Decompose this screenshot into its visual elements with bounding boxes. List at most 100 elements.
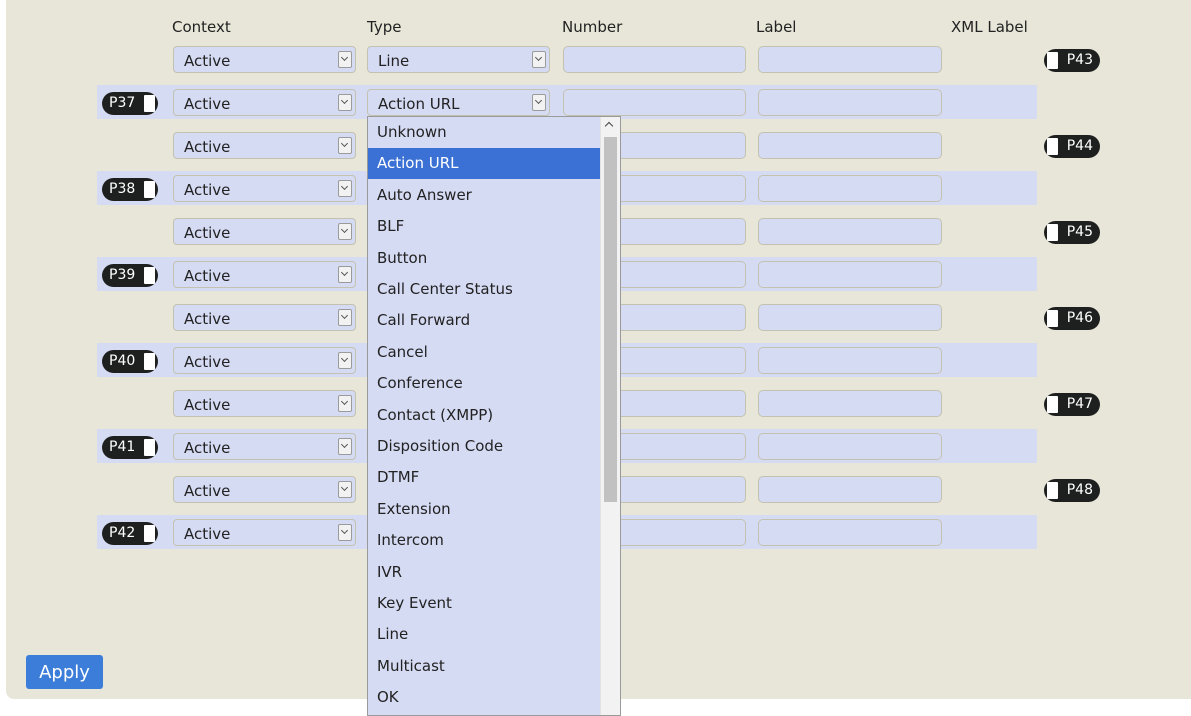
key-tag-label: P39 (109, 267, 136, 283)
context-select[interactable]: Active (173, 304, 356, 331)
dropdown-option[interactable]: Disposition Code (368, 431, 600, 462)
key-tag-label: P44 (1066, 138, 1093, 154)
context-select[interactable]: Active (173, 347, 356, 374)
context-select[interactable]: Active (173, 89, 356, 116)
dropdown-option[interactable]: Key Event (368, 588, 600, 619)
type-dropdown-list[interactable]: Unknown Action URL Auto Answer BLF Button Cal… (367, 116, 621, 716)
label-input[interactable] (758, 304, 942, 331)
context-select[interactable]: Active (173, 476, 356, 503)
context-select[interactable]: Active (173, 175, 356, 202)
scrollbar-thumb[interactable] (604, 137, 617, 502)
dropdown-option[interactable]: Line (368, 619, 600, 650)
context-select[interactable]: Active (173, 261, 356, 288)
key-indicator (144, 353, 155, 370)
context-select-value: Active (184, 267, 231, 285)
key-indicator (1047, 138, 1058, 155)
chevron-down-icon[interactable] (338, 309, 352, 326)
key-indicator (1047, 224, 1058, 241)
chevron-down-icon[interactable] (338, 223, 352, 240)
dropdown-option[interactable]: Multicast (368, 651, 600, 682)
header-label: Label (756, 18, 797, 36)
key-tag: P37 (102, 92, 158, 115)
dropdown-option[interactable]: Call Forward (368, 305, 600, 336)
chevron-down-icon[interactable] (532, 51, 546, 68)
type-select-value: Action URL (378, 95, 460, 113)
chevron-down-icon[interactable] (338, 352, 352, 369)
label-input[interactable] (758, 218, 942, 245)
context-select[interactable]: Active (173, 46, 356, 73)
label-input[interactable] (758, 46, 942, 73)
dropdown-option[interactable]: Conference (368, 368, 600, 399)
key-indicator (1047, 310, 1058, 327)
key-tag-label: P45 (1066, 224, 1093, 240)
label-input[interactable] (758, 347, 942, 374)
dropdown-option[interactable]: DTMF (368, 462, 600, 493)
chevron-down-icon[interactable] (338, 395, 352, 412)
type-select[interactable]: Line (367, 46, 550, 73)
chevron-down-icon[interactable] (338, 94, 352, 111)
dropdown-option[interactable]: Call Center Status (368, 274, 600, 305)
dropdown-option[interactable]: Extension (368, 494, 600, 525)
key-tag: P43 (1044, 49, 1100, 72)
chevron-down-icon[interactable] (338, 438, 352, 455)
dropdown-option[interactable]: Unknown (368, 117, 600, 148)
label-input[interactable] (758, 175, 942, 202)
label-input[interactable] (758, 519, 942, 546)
number-input[interactable] (563, 46, 746, 73)
context-select[interactable]: Active (173, 519, 356, 546)
context-select-value: Active (184, 353, 231, 371)
header-number: Number (562, 18, 623, 36)
key-tag-label: P46 (1066, 310, 1093, 326)
context-select[interactable]: Active (173, 218, 356, 245)
apply-button[interactable]: Apply (26, 655, 103, 689)
key-tag: P45 (1044, 221, 1100, 244)
context-select[interactable]: Active (173, 390, 356, 417)
key-tag-label: P48 (1066, 482, 1093, 498)
context-select-value: Active (184, 181, 231, 199)
header-type: Type (367, 18, 402, 36)
chevron-down-icon[interactable] (338, 51, 352, 68)
chevron-down-icon[interactable] (532, 94, 546, 111)
key-indicator (1047, 396, 1058, 413)
dropdown-option[interactable]: Action URL (368, 148, 600, 180)
label-input[interactable] (758, 89, 942, 116)
context-select[interactable]: Active (173, 132, 356, 159)
context-select-value: Active (184, 52, 231, 70)
dropdown-scrollbar[interactable] (600, 117, 620, 715)
dropdown-option[interactable]: OK (368, 682, 600, 713)
scroll-up-arrow-icon[interactable] (604, 121, 614, 131)
key-tag: P42 (102, 522, 158, 545)
context-select-value: Active (184, 95, 231, 113)
context-select-value: Active (184, 224, 231, 242)
dropdown-option[interactable]: Contact (XMPP) (368, 400, 600, 431)
key-indicator (144, 181, 155, 198)
chevron-down-icon[interactable] (338, 524, 352, 541)
number-input[interactable] (563, 89, 746, 116)
key-tag-label: P41 (109, 439, 136, 455)
key-tag-label: P37 (109, 95, 136, 111)
chevron-down-icon[interactable] (338, 180, 352, 197)
key-indicator (144, 95, 155, 112)
key-indicator (144, 525, 155, 542)
key-indicator (144, 267, 155, 284)
label-input[interactable] (758, 476, 942, 503)
label-input[interactable] (758, 433, 942, 460)
chevron-down-icon[interactable] (338, 481, 352, 498)
header-context: Context (172, 18, 231, 36)
chevron-down-icon[interactable] (338, 137, 352, 154)
dropdown-option[interactable]: Button (368, 243, 600, 274)
dropdown-option[interactable]: Intercom (368, 525, 600, 556)
dropdown-option[interactable]: Cancel (368, 337, 600, 368)
type-select[interactable]: Action URL (367, 89, 550, 116)
dropdown-option[interactable]: IVR (368, 557, 600, 588)
label-input[interactable] (758, 132, 942, 159)
key-tag: P47 (1044, 393, 1100, 416)
dropdown-option[interactable]: Auto Answer (368, 180, 600, 211)
label-input[interactable] (758, 390, 942, 417)
context-select-value: Active (184, 310, 231, 328)
dropdown-option[interactable]: BLF (368, 211, 600, 242)
context-select-value: Active (184, 138, 231, 156)
context-select[interactable]: Active (173, 433, 356, 460)
chevron-down-icon[interactable] (338, 266, 352, 283)
label-input[interactable] (758, 261, 942, 288)
